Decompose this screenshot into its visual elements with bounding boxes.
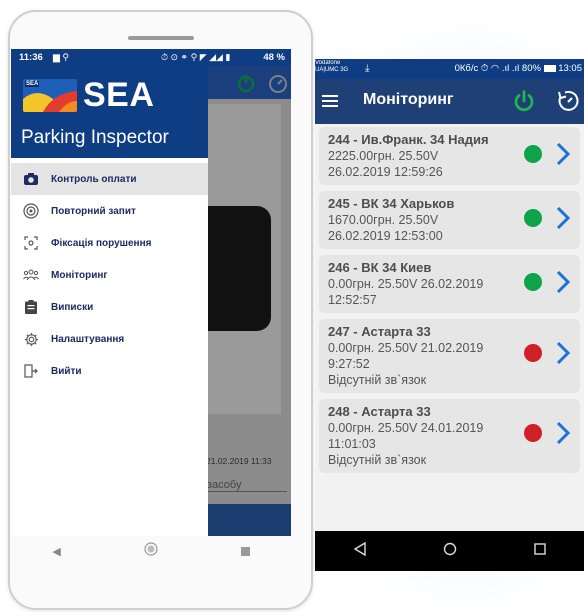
status-icons-left: ▆ ⚲ [53,52,70,62]
status-time: 13:05 [558,63,582,74]
background-date: 21.02.2019 11:33 [206,456,272,466]
menu-item-violation[interactable]: Фіксація порушення [11,227,208,259]
item-title: 245 - ВК 34 Харьков [328,196,455,211]
right-nav-bar [315,531,584,571]
group-icon [11,269,51,281]
item-line: 1670.00грн. 25.50V [328,213,439,227]
phone-speaker [128,36,194,40]
menu-item-settings[interactable]: Налаштування [11,323,208,355]
item-line: 26.02.2019 12:59:26 [328,165,443,179]
list-item[interactable]: 246 - ВК 34 Киев 0.00грн. 25.50V 26.02.2… [319,255,580,313]
list-item[interactable]: 245 - ВК 34 Харьков 1670.00грн. 25.50V 2… [319,191,580,249]
status-icons-right: ⏱ ⊙ ⚭ ⚲ ◤ ◢◢ ▮ [161,52,231,62]
logo-tag: SEA [25,81,40,87]
drawer-menu: Контроль оплати Повторний запит Фіксація… [11,163,208,387]
logo-text: SEA [83,76,155,114]
right-phone-screen: Vodafone UA|UMC 3G ⤓ 0Кб/с ⏱ ◠ .ıl .ıl 8… [315,59,584,571]
menu-item-repeat-request[interactable]: Повторний запит [11,195,208,227]
menu-label: Повторний запит [51,205,136,217]
operator-name: Vodafone UA|UMC 3G [315,60,349,73]
item-title: 246 - ВК 34 Киев [328,260,432,275]
list-item[interactable]: 248 - Астарта 33 0.00грн. 25.50V 24.01.2… [319,399,580,473]
item-line: Відсутній зв`язок [328,453,427,467]
monitoring-list: 244 - Ив.Франк. 34 Надия 2225.00грн. 25.… [319,127,580,479]
left-nav-bar: ◀ [11,536,291,566]
left-phone-screen: 11:36 ▆ ⚲ ⏱ ⊙ ⚭ ⚲ ◤ ◢◢ ▮ 48 % 21.02.2019… [11,49,291,536]
status-bar: 11:36 ▆ ⚲ ⏱ ⊙ ⚭ ⚲ ◤ ◢◢ ▮ 48 % [11,49,291,66]
back-button[interactable]: ◀ [52,545,60,558]
item-line: 0.00грн. 25.50V 21.02.2019 [328,341,484,355]
item-line: 0.00грн. 25.50V 26.02.2019 [328,277,484,291]
back-button[interactable] [353,541,367,561]
app-title: Parking Inspector [21,127,169,148]
chevron-right-icon[interactable] [556,142,571,171]
chevron-right-icon[interactable] [556,270,571,299]
item-title: 247 - Астарта 33 [328,324,431,339]
item-line: 26.02.2019 12:53:00 [328,229,443,243]
target-icon [11,203,51,219]
menu-item-payment-control[interactable]: Контроль оплати [11,163,208,195]
chevron-right-icon[interactable] [556,341,571,370]
status-dot-green [524,145,542,163]
list-item[interactable]: 247 - Астарта 33 0.00грн. 25.50V 21.02.2… [319,319,580,393]
power-icon[interactable] [512,89,536,118]
recents-button[interactable] [240,546,250,556]
battery-percent: 48 % [263,52,285,63]
status-dot-green [524,209,542,227]
list-item[interactable]: 244 - Ив.Франк. 34 Надия 2225.00грн. 25.… [319,127,580,185]
item-line: Відсутній зв`язок [328,373,427,387]
refresh-timer-icon[interactable] [556,89,580,118]
network-speed: 0Кб/с [454,63,479,74]
app-toolbar: Моніторинг [315,79,584,124]
battery-percent: 80% [521,63,541,74]
battery-icon [543,64,556,72]
clipboard-icon [11,300,51,314]
gear-icon [11,332,51,347]
exit-icon [11,364,51,378]
menu-label: Налаштування [51,333,125,345]
status-dot-red [524,344,542,362]
status-bar: Vodafone UA|UMC 3G ⤓ 0Кб/с ⏱ ◠ .ıl .ıl 8… [315,59,584,79]
item-line: 9:27:52 [328,357,370,371]
menu-label: Контроль оплати [51,173,137,185]
item-line: 11:01:03 [328,437,376,451]
background-field: засобу [207,479,287,492]
menu-label: Вийти [51,365,82,377]
sea-logo-mark: SEA [23,79,77,112]
menu-item-statements[interactable]: Виписки [11,291,208,323]
menu-label: Виписки [51,301,94,313]
download-icon: ⤓ [365,63,370,74]
background-button [201,504,291,536]
chevron-right-icon[interactable] [556,206,571,235]
refresh-timer-icon [269,75,287,93]
focus-icon [11,236,51,250]
status-icons: ⏱ ◠ .ıl .ıl [480,63,522,74]
item-title: 244 - Ив.Франк. 34 Надия [328,132,489,147]
status-dot-red [524,424,542,442]
power-icon [237,75,255,93]
status-time: 11:36 [19,52,43,63]
menu-label: Фіксація порушення [51,237,152,249]
home-button[interactable] [144,541,158,561]
status-right: 0Кб/с ⏱ ◠ .ıl .ıl 80% 13:05 [455,63,582,74]
camera-icon [11,173,51,185]
home-button[interactable] [443,542,457,561]
hamburger-menu-icon[interactable] [322,94,338,112]
menu-item-exit[interactable]: Вийти [11,355,208,387]
item-line: 0.00грн. 25.50V 24.01.2019 [328,421,484,435]
item-title: 248 - Астарта 33 [328,404,431,419]
status-dot-green [524,273,542,291]
drawer-header: SEA SEA Parking Inspector [11,66,208,158]
toolbar-title: Моніторинг [363,91,454,108]
chevron-right-icon[interactable] [556,421,571,450]
item-line: 12:52:57 [328,293,377,307]
menu-label: Моніторинг [51,269,108,281]
recents-button[interactable] [534,542,546,560]
menu-item-monitoring[interactable]: Моніторинг [11,259,208,291]
item-line: 2225.00грн. 25.50V [328,149,439,163]
navigation-drawer: SEA SEA Parking Inspector Контроль оплат… [11,66,208,536]
